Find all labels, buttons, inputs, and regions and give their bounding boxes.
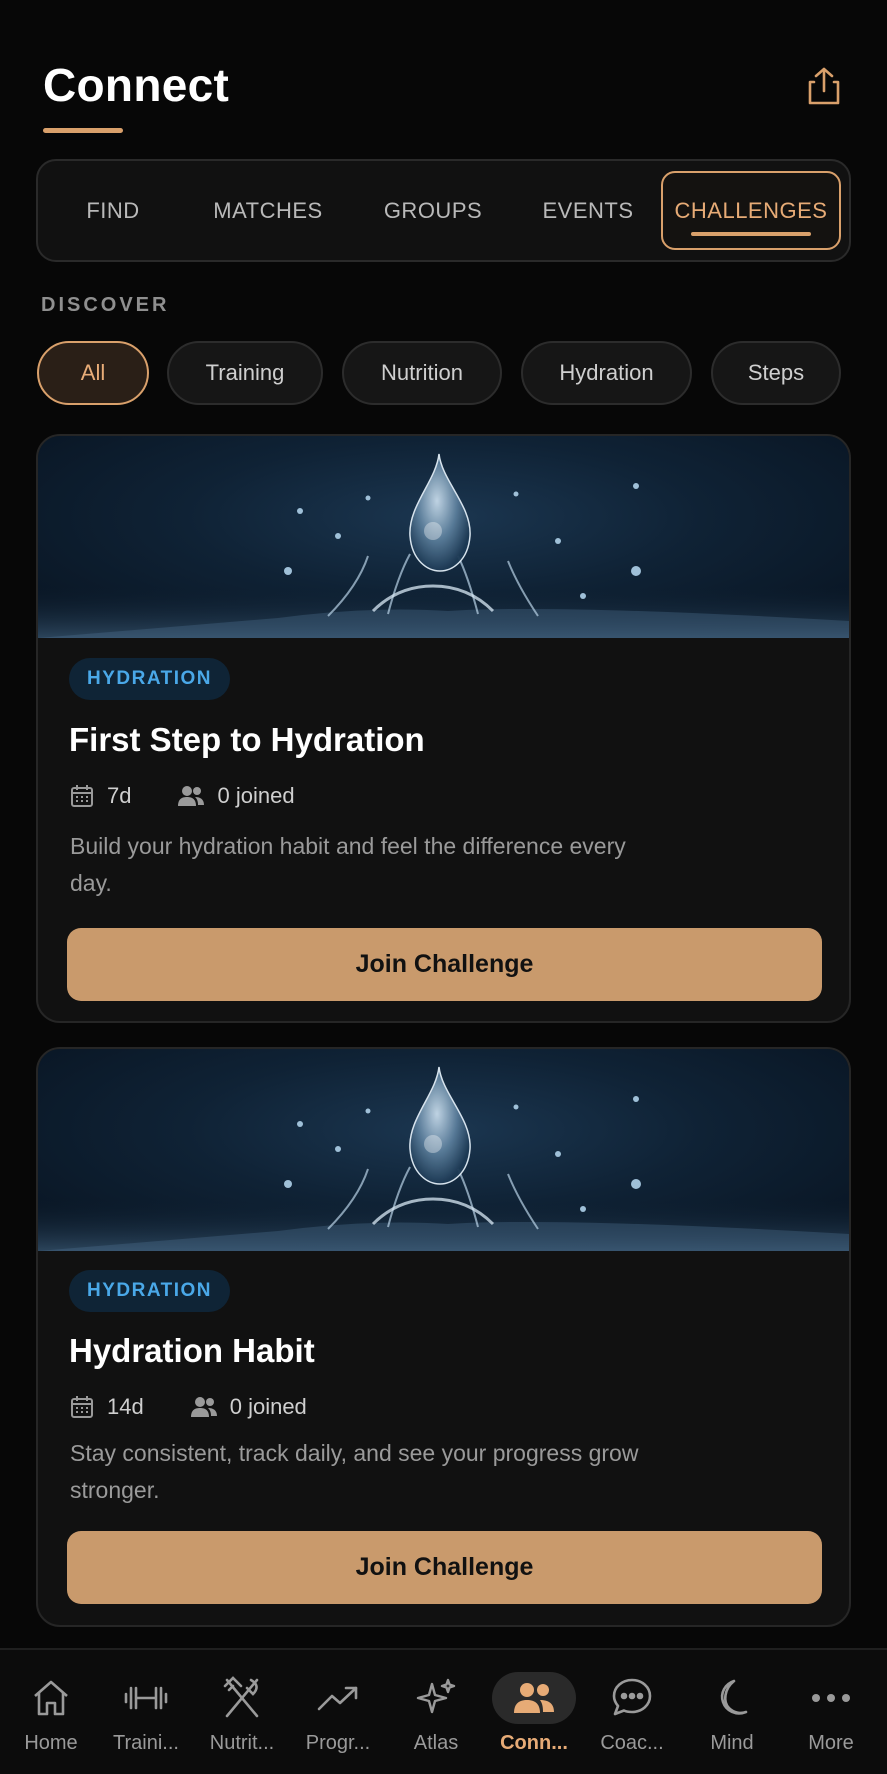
nav-home[interactable]: Home [3,1650,99,1774]
connect-tabs: FIND MATCHES GROUPS EVENTS CHALLENGES [36,159,851,262]
water-drop-image [38,453,849,638]
nav-more[interactable]: More [783,1650,879,1774]
nav-label: Mind [710,1732,754,1754]
tab-find[interactable]: FIND [58,171,168,250]
nav-nutrition[interactable]: Nutrit... [194,1650,290,1774]
chip-label: Hydration [559,360,654,385]
discover-label: DISCOVER [41,294,170,316]
connect-screen: Connect FIND MATCHES GROUPS EVENTS CHALL… [0,0,887,1774]
calendar-icon [71,1396,93,1418]
filter-chip-all[interactable]: All [37,341,149,405]
users-icon [190,1397,217,1417]
nav-training[interactable]: Traini... [98,1650,194,1774]
chip-label: Nutrition [381,360,463,385]
bottom-nav: Home Traini... Nutrit... Progr... Atlas … [0,1648,887,1774]
challenge-description: Stay consistent, track daily, and see yo… [70,1440,639,1503]
nav-label: Coac... [600,1732,664,1754]
chat-bubble-icon [612,1678,652,1716]
share-icon [808,67,840,105]
title-underline [43,128,123,133]
join-challenge-button[interactable]: Join Challenge [67,1531,822,1604]
dumbbell-icon [124,1686,168,1710]
nav-connect[interactable]: Conn... [486,1650,582,1774]
tab-groups[interactable]: GROUPS [358,171,508,250]
filter-chip-training[interactable]: Training [167,341,323,405]
challenge-meta: 14d 0 joined [69,1392,307,1422]
nav-label: Traini... [113,1732,179,1754]
nav-label: Home [24,1732,78,1754]
challenge-card: HYDRATION Hydration Habit 14d 0 joined S… [36,1047,851,1627]
home-icon [34,1680,68,1716]
join-challenge-button[interactable]: Join Challenge [67,928,822,1001]
duration: 7d [69,783,131,809]
header: Connect [0,0,887,150]
utensils-icon [223,1676,259,1718]
duration-value: 14d [107,1394,144,1419]
nav-coach[interactable]: Coac... [584,1650,680,1774]
filter-chip-nutrition[interactable]: Nutrition [342,341,502,405]
moon-icon [720,1679,748,1715]
category-badge: HYDRATION [69,658,231,700]
trending-up-icon [317,1686,358,1711]
sparkles-icon [416,1678,456,1714]
nav-progress[interactable]: Progr... [290,1650,386,1774]
calendar-icon [71,785,93,807]
participants: 0 joined [177,783,295,809]
challenge-card: HYDRATION First Step to Hydration 7d 0 j… [36,434,851,1023]
tab-events[interactable]: EVENTS [518,171,658,250]
nav-label: More [808,1732,854,1754]
tab-label: GROUPS [383,197,483,223]
nav-label: Nutrit... [209,1732,275,1754]
challenge-image [38,1049,849,1251]
users-icon [178,786,205,806]
tab-label: EVENTS [542,197,634,223]
joined-count: 0 joined [229,1394,307,1419]
page-title: Connect [43,59,230,111]
nav-label: Progr... [305,1732,371,1754]
filter-chip-hydration[interactable]: Hydration [521,341,692,405]
tab-matches[interactable]: MATCHES [188,171,348,250]
users-icon [514,1683,554,1713]
duration-value: 7d [107,783,132,808]
active-tab-indicator [691,232,811,236]
joined-count: 0 joined [217,783,295,808]
tab-label: FIND [86,197,140,223]
challenge-description: Build your hydration habit and feel the … [70,833,626,896]
participants: 0 joined [190,1394,307,1420]
more-dots-icon [812,1694,850,1702]
challenge-meta: 7d 0 joined [69,781,295,811]
duration: 14d [69,1394,144,1420]
nav-label: Conn... [500,1732,568,1754]
share-button[interactable] [800,62,848,110]
chip-label: Training [205,360,285,385]
nav-mind[interactable]: Mind [684,1650,780,1774]
filter-chip-steps[interactable]: Steps [711,341,841,405]
challenge-image [38,436,849,638]
nav-atlas[interactable]: Atlas [388,1650,484,1774]
chip-label: All [80,360,106,385]
chip-label: Steps [747,360,805,385]
challenge-title: Hydration Habit [69,1332,315,1369]
challenge-title: First Step to Hydration [69,721,425,758]
tab-challenges[interactable]: CHALLENGES [661,171,841,250]
tab-label: CHALLENGES [674,197,828,223]
nav-label: Atlas [413,1732,459,1754]
water-drop-image [38,1066,849,1251]
category-badge: HYDRATION [69,1270,231,1312]
tab-label: MATCHES [213,197,323,223]
